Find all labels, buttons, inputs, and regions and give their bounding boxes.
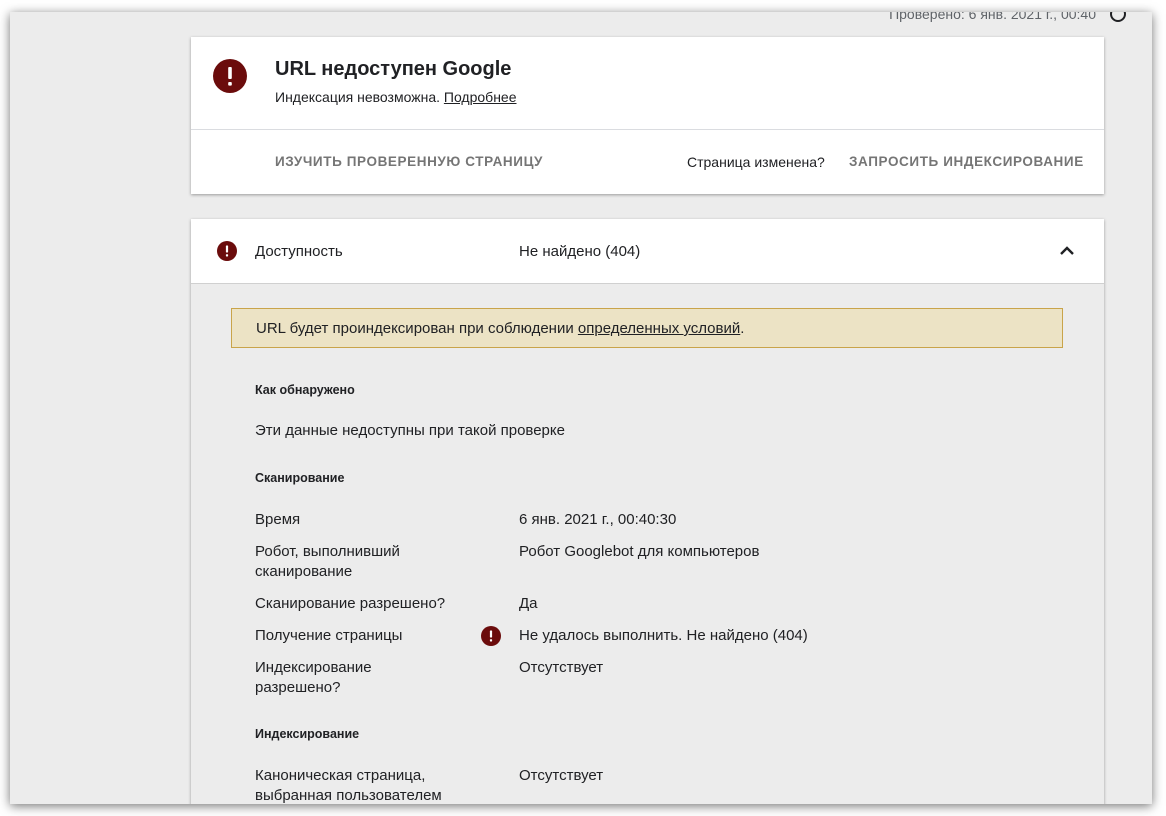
crawl-heading: Сканирование xyxy=(255,471,345,485)
error-icon xyxy=(213,59,247,93)
indexing-heading: Индексирование xyxy=(255,727,360,741)
coverage-accordion-header[interactable]: Доступность Не найдено (404) xyxy=(191,219,1104,284)
request-indexing-button[interactable]: ЗАПРОСИТЬ ИНДЕКСИРОВАНИЕ xyxy=(849,154,1084,169)
indexing-notice: URL будет проиндексирован при соблюдении… xyxy=(231,308,1063,348)
learn-more-link[interactable]: Подробнее xyxy=(444,89,517,105)
coverage-label: Доступность xyxy=(255,243,343,260)
crawl-allowed-label: Сканирование разрешено? xyxy=(255,595,446,612)
error-icon xyxy=(481,626,501,646)
coverage-card: Доступность Не найдено (404) URL будет п… xyxy=(191,219,1104,804)
status-subtitle-text: Индексация невозможна. xyxy=(275,89,440,105)
report-frame: Проверено: 6 янв. 2021 г., 00:40 URL нед… xyxy=(10,12,1152,804)
conditions-link[interactable]: определенных условий xyxy=(578,320,740,337)
user-canonical-value: Отсутствует xyxy=(519,767,604,784)
coverage-value: Не найдено (404) xyxy=(519,243,641,260)
crawl-time-value: 6 янв. 2021 г., 00:40:30 xyxy=(519,511,677,528)
chevron-up-icon[interactable] xyxy=(1057,241,1077,261)
status-subtitle: Индексация невозможна. Подробнее xyxy=(275,89,517,105)
divider xyxy=(191,129,1104,130)
last-checked-text: Проверено: 6 янв. 2021 г., 00:40 xyxy=(889,12,1096,22)
page-changed-question: Страница изменена? xyxy=(687,154,825,170)
page-fetch-value: Не удалось выполнить. Не найдено (404) xyxy=(519,627,808,644)
status-title: URL недоступен Google xyxy=(275,58,512,80)
crawler-label: Робот, выполнивший сканирование xyxy=(255,543,400,580)
user-canonical-label: Каноническая страница, выбранная пользов… xyxy=(255,767,442,804)
error-icon xyxy=(217,241,237,261)
discovery-text: Эти данные недоступны при такой проверке xyxy=(255,422,565,439)
notice-end: . xyxy=(740,320,745,337)
inspect-page-button[interactable]: ИЗУЧИТЬ ПРОВЕРЕННУЮ СТРАНИЦУ xyxy=(275,154,543,169)
notice-text: URL будет проиндексирован при соблюдении xyxy=(256,320,574,337)
indexing-allowed-label: Индексирование разрешено? xyxy=(255,659,372,696)
crawl-time-label: Время xyxy=(255,511,301,528)
indexing-allowed-value: Отсутствует xyxy=(519,659,604,676)
crawler-value: Робот Googlebot для компьютеров xyxy=(519,543,760,560)
page-fetch-label: Получение страницы xyxy=(255,627,403,644)
discovery-heading: Как обнаружено xyxy=(255,383,355,397)
status-card: URL недоступен Google Индексация невозмо… xyxy=(191,37,1104,194)
crawl-allowed-value: Да xyxy=(519,595,538,612)
refresh-icon[interactable] xyxy=(1108,12,1128,24)
